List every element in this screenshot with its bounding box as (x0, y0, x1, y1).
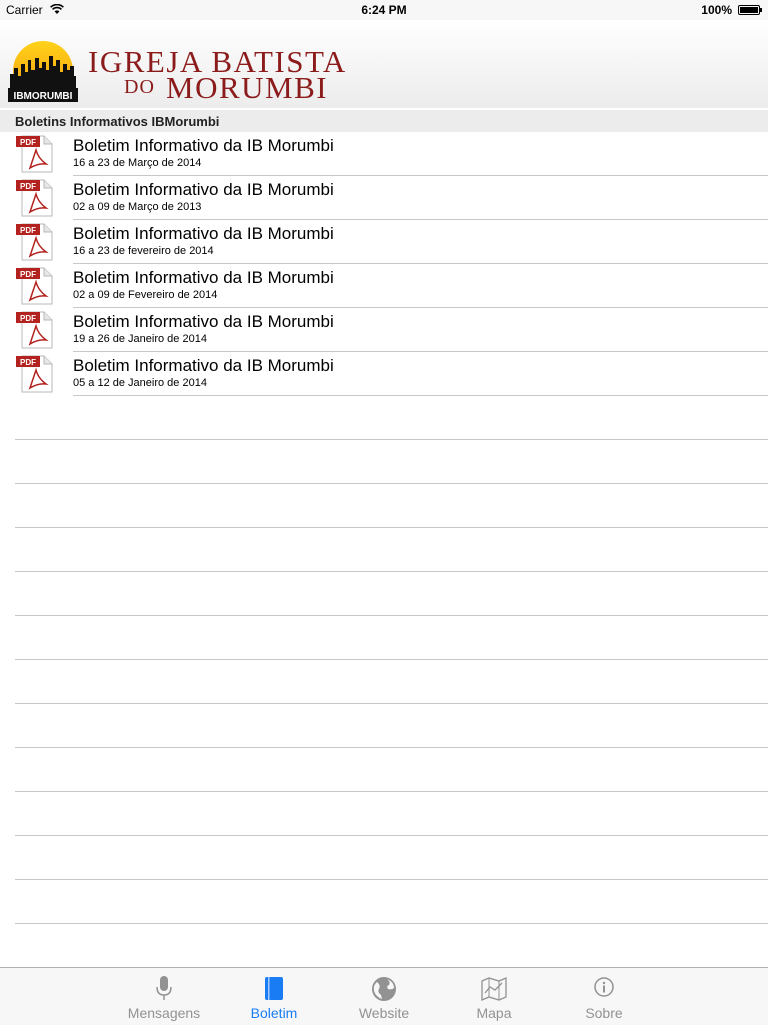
section-header: Boletins Informativos IBMorumbi (0, 110, 768, 132)
bulletin-list: PDF Boletim Informativo da IB Morumbi 16 a… (0, 132, 768, 396)
status-time: 6:24 PM (361, 3, 407, 17)
tab-mensagens[interactable]: Mensagens (109, 968, 219, 1025)
bulletin-row[interactable]: PDF Boletim Informativo da IB Morumbi 02 a… (0, 264, 768, 308)
tab-website[interactable]: Website (329, 968, 439, 1025)
microphone-icon (156, 976, 172, 1000)
tab-mapa[interactable]: Mapa (439, 968, 549, 1025)
tab-label: Website (358, 1005, 410, 1021)
svg-text:PDF: PDF (20, 138, 36, 147)
bulletin-row[interactable]: PDF Boletim Informativo da IB Morumbi 16 a… (0, 220, 768, 264)
bulletin-title: Boletim Informativo da IB Morumbi (73, 224, 334, 243)
bulletin-date: 02 a 09 de Fevereiro de 2014 (73, 289, 218, 301)
empty-row (0, 440, 768, 484)
empty-row (0, 704, 768, 748)
empty-table-rows (0, 396, 768, 924)
svg-text:IBMORUMBI: IBMORUMBI (14, 91, 73, 102)
status-bar: Carrier 6:24 PM 100% (0, 0, 768, 20)
row-separator (15, 923, 768, 924)
svg-text:PDF: PDF (20, 226, 36, 235)
tab-sobre[interactable]: Sobre (549, 968, 659, 1025)
empty-row (0, 836, 768, 880)
section-title: Boletins Informativos IBMorumbi (15, 114, 220, 129)
pdf-icon: PDF (16, 223, 53, 261)
empty-row (0, 616, 768, 660)
logo-title-do: DO (124, 76, 155, 98)
bulletin-title: Boletim Informativo da IB Morumbi (73, 180, 334, 199)
svg-text:PDF: PDF (20, 314, 36, 323)
tab-label: Mapa (476, 1005, 512, 1021)
pdf-icon: PDF (16, 179, 53, 217)
svg-text:PDF: PDF (20, 270, 36, 279)
battery-icon (738, 5, 762, 15)
tab-label: Boletim (250, 1005, 298, 1021)
bulletin-title: Boletim Informativo da IB Morumbi (73, 268, 334, 287)
empty-row (0, 396, 768, 440)
empty-row (0, 792, 768, 836)
pdf-icon: PDF (16, 135, 53, 173)
empty-row (0, 572, 768, 616)
pdf-icon: PDF (16, 311, 53, 349)
svg-text:PDF: PDF (20, 358, 36, 367)
globe-icon (372, 977, 396, 1001)
empty-row (0, 880, 768, 924)
bulletin-row[interactable]: PDF Boletim Informativo da IB Morumbi 19 a… (0, 308, 768, 352)
bulletin-title: Boletim Informativo da IB Morumbi (73, 136, 334, 155)
pdf-icon: PDF (16, 355, 53, 393)
empty-row (0, 484, 768, 528)
bulletin-row[interactable]: PDF Boletim Informativo da IB Morumbi 05 a… (0, 352, 768, 396)
bulletin-date: 02 a 09 de Março de 2013 (73, 201, 202, 213)
empty-row (0, 660, 768, 704)
app-header: IBMORUMBI IGREJA BATISTA DO MORUMBI (0, 20, 768, 108)
tab-boletim[interactable]: Boletim (219, 968, 329, 1025)
bulletin-date: 16 a 23 de Março de 2014 (73, 157, 202, 169)
bulletin-title: Boletim Informativo da IB Morumbi (73, 312, 334, 331)
map-icon (481, 977, 507, 1001)
battery-percentage: 100% (701, 3, 732, 17)
bulletin-title: Boletim Informativo da IB Morumbi (73, 356, 334, 375)
tab-label: Sobre (585, 1005, 623, 1021)
svg-text:PDF: PDF (20, 182, 36, 191)
bulletin-date: 05 a 12 de Janeiro de 2014 (73, 377, 207, 389)
logo-title-line2: MORUMBI (166, 70, 329, 105)
empty-row (0, 528, 768, 572)
bulletin-date: 19 a 26 de Janeiro de 2014 (73, 333, 207, 345)
tab-label: Mensagens (127, 1005, 201, 1021)
bulletin-date: 16 a 23 de fevereiro de 2014 (73, 245, 214, 257)
empty-row (0, 748, 768, 792)
tab-bar: Mensagens Boletim Website Mapa Sobre (0, 967, 768, 1025)
church-logo: IBMORUMBI (8, 41, 78, 102)
pdf-icon: PDF (16, 267, 53, 305)
bulletin-row[interactable]: PDF Boletim Informativo da IB Morumbi 16 a… (0, 132, 768, 176)
book-icon (265, 977, 283, 1000)
info-icon (594, 977, 614, 997)
bulletin-row[interactable]: PDF Boletim Informativo da IB Morumbi 02 a… (0, 176, 768, 220)
